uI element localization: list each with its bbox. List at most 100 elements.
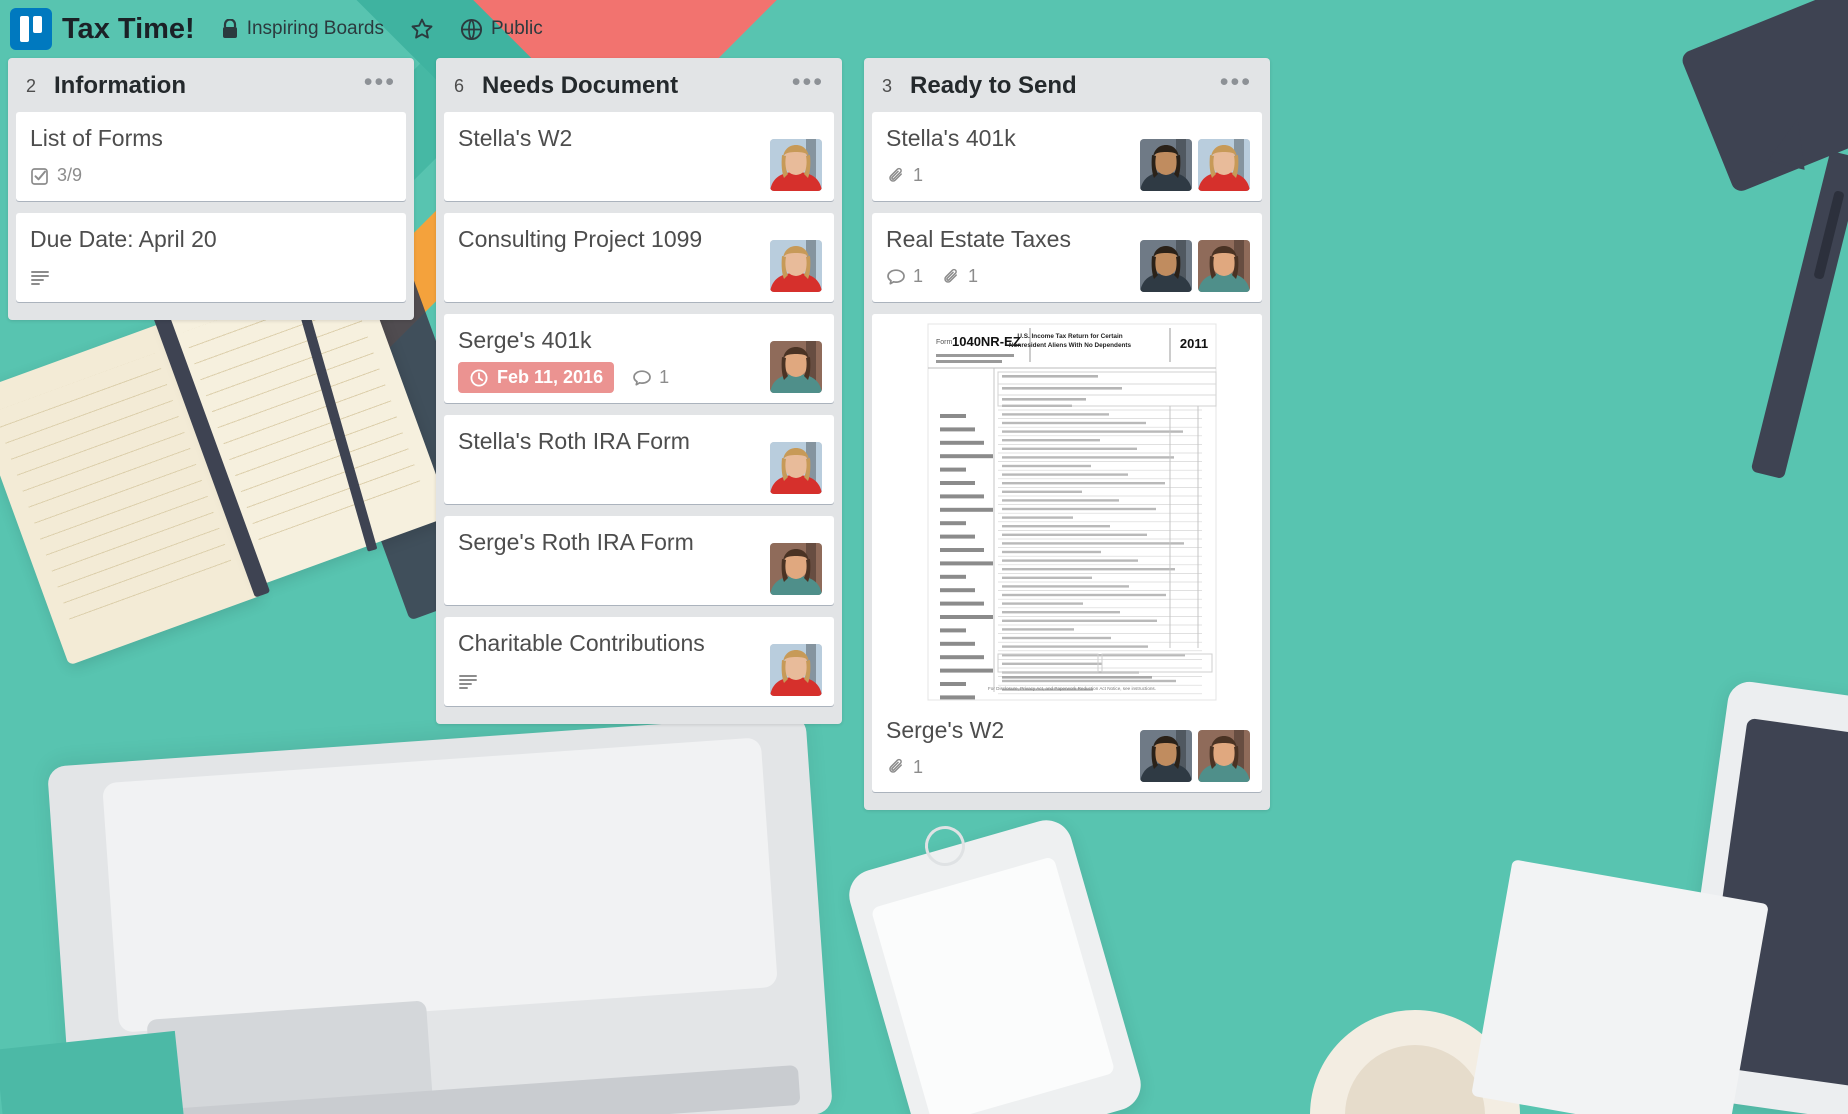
list-header: 6 Needs Document ••• <box>436 58 842 112</box>
serge-avatar[interactable] <box>770 341 822 394</box>
stella-avatar[interactable] <box>770 138 822 191</box>
card-members <box>1140 730 1250 783</box>
description-icon <box>30 267 50 287</box>
card-members <box>1140 138 1250 191</box>
card-members <box>770 138 822 191</box>
board-visibility-label: Public <box>491 18 543 39</box>
badge-text: 3/9 <box>57 165 83 186</box>
list-menu-icon[interactable]: ••• <box>1220 70 1252 95</box>
card[interactable]: Form 1040NR-EZ U.S. Income Tax Return for … <box>872 313 1262 793</box>
tax-form-cover-image[interactable]: Form 1040NR-EZ U.S. Income Tax Return for … <box>872 313 1262 706</box>
stella-avatar[interactable] <box>770 442 822 494</box>
description-icon <box>458 671 478 691</box>
badge-text: 1 <box>913 165 924 186</box>
list-cards: Stella's W2 Consulting Project 1099 Serge'… <box>436 112 842 706</box>
list-title[interactable]: Needs Document <box>482 72 678 100</box>
card[interactable]: List of Forms 3/9 <box>16 112 406 201</box>
badge-description <box>458 671 478 691</box>
badge-text: 1 <box>913 756 924 777</box>
board-header: Tax Time! Inspiring Boards Public <box>0 0 1848 58</box>
list-card-count: 2 <box>26 75 37 96</box>
card-members <box>1140 239 1250 292</box>
stella-avatar[interactable] <box>1198 138 1250 191</box>
list-header: 2 Information ••• <box>8 58 414 112</box>
card[interactable]: Charitable Contributions <box>444 616 834 706</box>
list-information: 2 Information ••• List of Forms 3/9 Due Date:… <box>8 58 414 320</box>
card[interactable]: Stella's Roth IRA Form <box>444 415 834 504</box>
badge-text: 1 <box>913 266 924 286</box>
carlos-avatar[interactable] <box>1140 138 1192 191</box>
trello-board: Tax Time! Inspiring Boards Public 2 Info… <box>0 0 1848 1114</box>
serge-avatar[interactable] <box>770 542 822 595</box>
carlos-avatar[interactable] <box>1140 239 1192 292</box>
card-title: Serge's Roth IRA Form <box>458 529 694 555</box>
badge-attachments: 1 <box>886 165 923 186</box>
svg-text:2011: 2011 <box>1180 336 1208 351</box>
card-badges <box>458 464 820 494</box>
svg-text:For Disclosure, Privacy Act, a: For Disclosure, Privacy Act, and Paperwo… <box>988 686 1156 691</box>
list-menu-icon[interactable]: ••• <box>792 70 824 95</box>
list-cards: List of Forms 3/9 Due Date: April 20 <box>8 112 414 302</box>
card[interactable]: Stella's 401k 1 <box>872 112 1262 201</box>
badge-comments: 1 <box>632 367 669 388</box>
card[interactable]: Stella's W2 <box>444 112 834 201</box>
card[interactable]: Consulting Project 1099 <box>444 212 834 302</box>
stella-avatar[interactable] <box>770 643 822 696</box>
star-icon <box>410 17 434 41</box>
lock-icon <box>221 19 239 39</box>
decorative-paper <box>1471 859 1769 1114</box>
badge-text: 1 <box>659 367 670 388</box>
board-organization[interactable]: Inspiring Boards <box>221 18 384 40</box>
list-cards: Stella's 401k 1 Real Estate Taxes 1 1 Form 104… <box>864 112 1270 793</box>
card[interactable]: Serge's 401k Feb 11, 2016 1 <box>444 313 834 404</box>
carlos-avatar[interactable] <box>1140 730 1192 783</box>
stella-avatar[interactable] <box>770 239 822 292</box>
badge-text: Feb 11, 2016 <box>497 367 604 388</box>
card-badges: Feb 11, 2016 1 <box>458 362 820 394</box>
card-title: Stella's W2 <box>458 125 573 151</box>
card-title: Charitable Contributions <box>458 629 705 656</box>
card-title: Consulting Project 1099 <box>458 225 703 252</box>
card-badges <box>30 262 392 292</box>
card-members <box>770 239 822 292</box>
card[interactable]: Serge's Roth IRA Form <box>444 516 834 605</box>
list-title[interactable]: Ready to Send <box>910 72 1077 100</box>
comment-icon <box>632 368 652 388</box>
list-header: 3 Ready to Send ••• <box>864 58 1270 112</box>
decorative-teal-accent <box>0 1030 185 1114</box>
list-card-count: 3 <box>882 75 893 96</box>
globe-icon <box>460 18 483 41</box>
serge-avatar[interactable] <box>1198 239 1250 292</box>
card-members <box>770 542 822 595</box>
checklist-icon <box>30 166 50 186</box>
star-board-button[interactable] <box>410 17 434 41</box>
card[interactable]: Due Date: April 20 <box>16 212 406 302</box>
badge-description <box>30 267 50 287</box>
badge-due[interactable]: Feb 11, 2016 <box>458 362 615 394</box>
badge-checklist: 3/9 <box>30 165 82 186</box>
trello-logo[interactable] <box>10 8 52 50</box>
serge-avatar[interactable] <box>1198 730 1250 783</box>
badge-text: 1 <box>968 266 979 286</box>
card-badges <box>458 161 820 191</box>
paperclip-icon <box>886 166 906 186</box>
badge-attachments: 1 <box>941 266 978 287</box>
board-title[interactable]: Tax Time! <box>62 13 195 46</box>
board-visibility[interactable]: Public <box>460 18 543 41</box>
card-badges <box>458 565 820 595</box>
card-title: Stella's Roth IRA Form <box>458 428 690 455</box>
badge-attachments: 1 <box>886 757 923 778</box>
list-menu-icon[interactable]: ••• <box>364 70 396 95</box>
card-badges <box>458 666 820 696</box>
list-title[interactable]: Information <box>54 72 186 100</box>
card-badges: 3/9 <box>30 161 392 191</box>
board-lists: 2 Information ••• List of Forms 3/9 Due Date:… <box>0 58 1270 811</box>
paperclip-icon <box>886 757 906 777</box>
clock-icon <box>469 368 489 388</box>
card-members <box>770 341 822 394</box>
card-members <box>770 643 822 696</box>
svg-text:Nonresident Aliens With No Dep: Nonresident Aliens With No Dependents <box>1009 342 1132 349</box>
svg-text:U.S. Income Tax Return for Cer: U.S. Income Tax Return for Certain <box>1017 333 1122 340</box>
card[interactable]: Real Estate Taxes 1 1 <box>872 212 1262 302</box>
paperclip-icon <box>941 267 961 287</box>
